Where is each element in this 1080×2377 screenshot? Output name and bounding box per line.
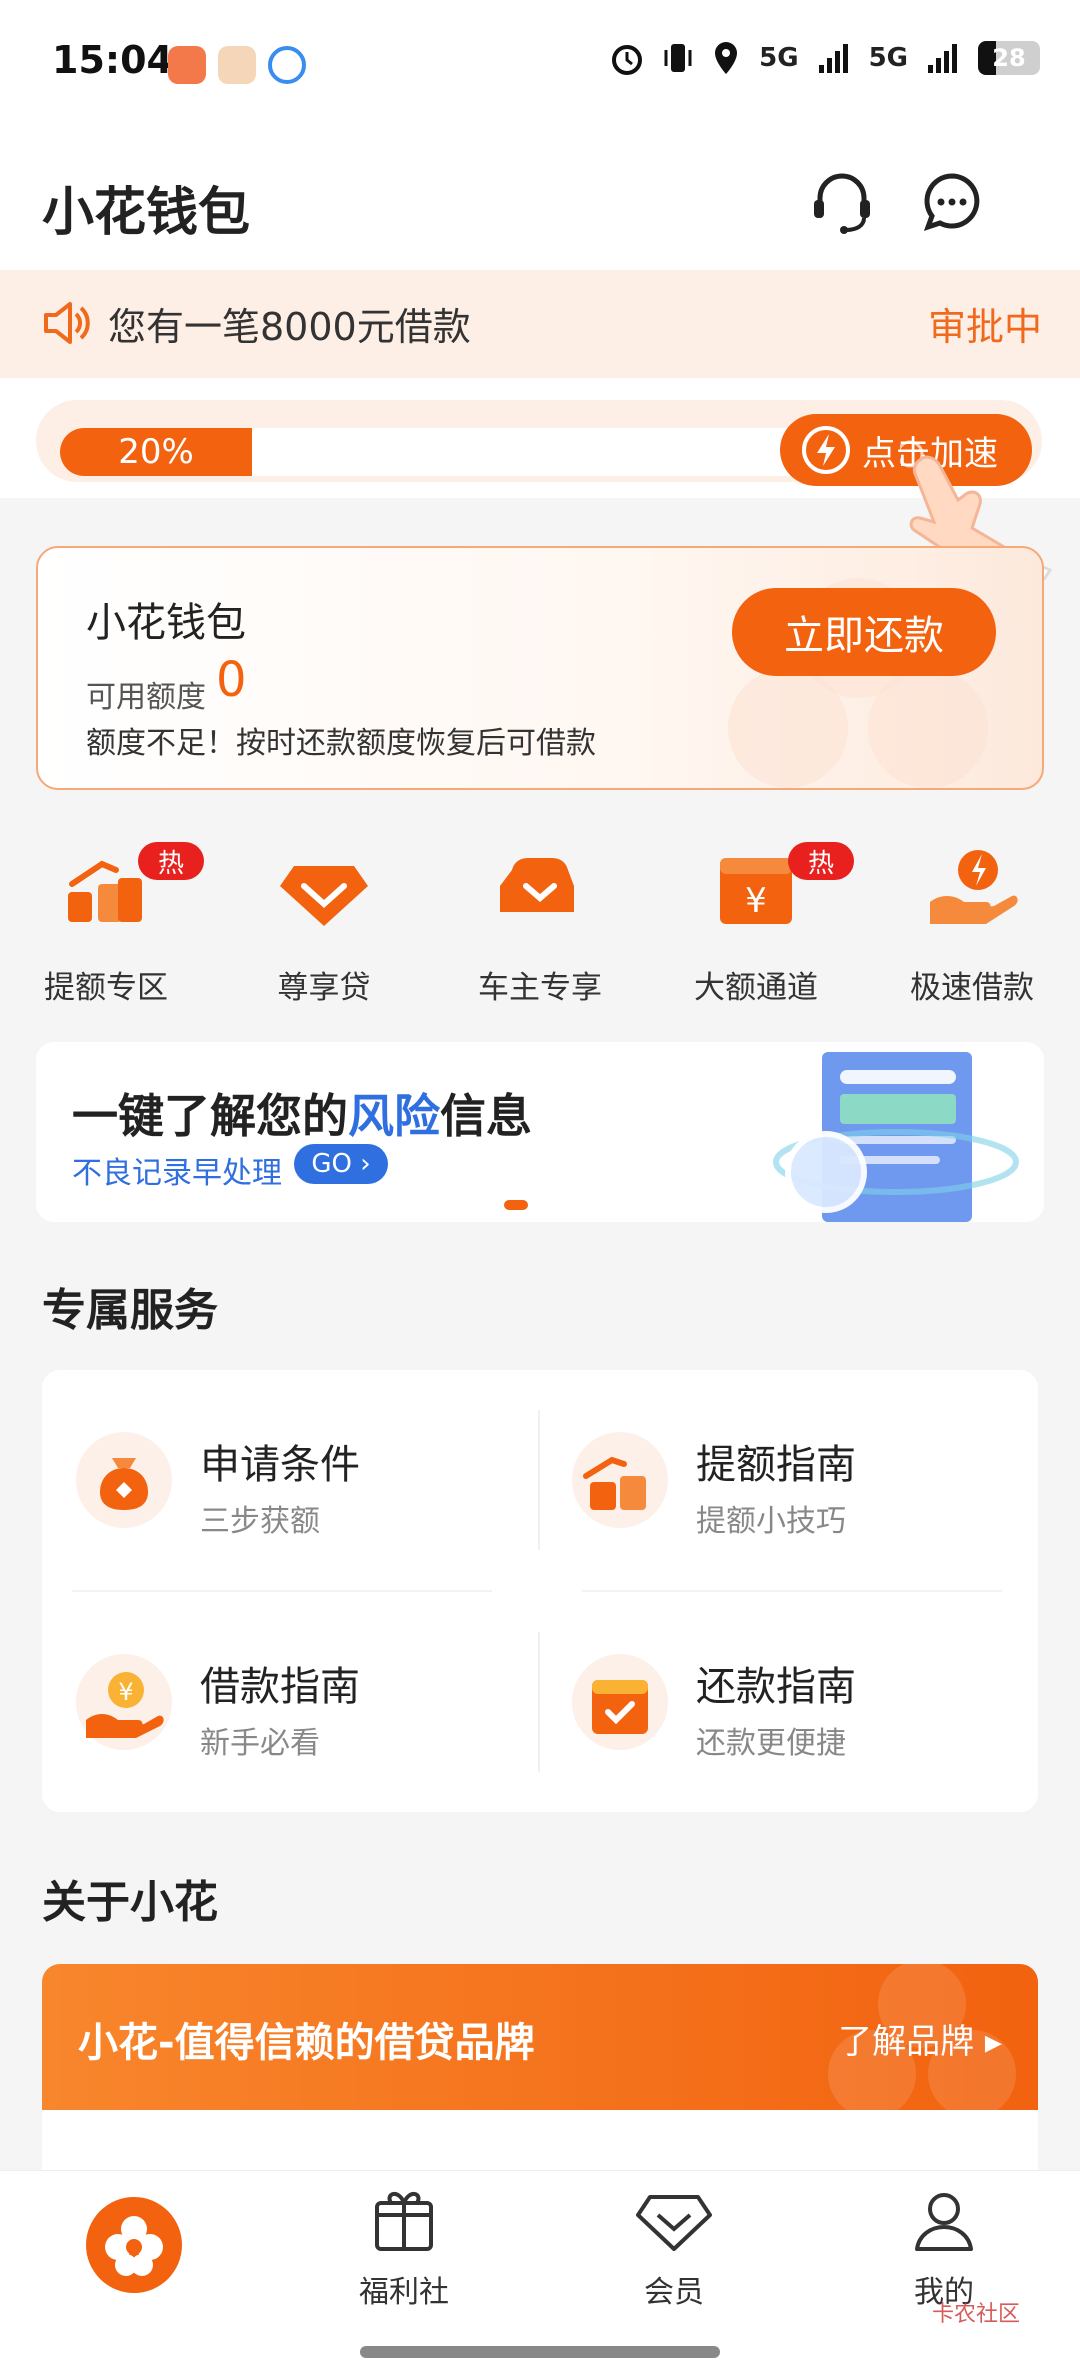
quota-tip: 额度不足！按时还款额度恢复后可借款 bbox=[86, 726, 596, 761]
chevron-right-icon: › bbox=[360, 1149, 371, 1179]
flower-logo-icon bbox=[105, 2216, 163, 2276]
money-bag-icon bbox=[76, 1432, 172, 1528]
loan-notice-text: 您有一笔8000元借款 bbox=[108, 305, 471, 349]
wallet-card: 小花钱包 可用额度 0 额度不足！按时还款额度恢复后可借款 立即还款 bbox=[36, 546, 1044, 790]
service-title: 提额指南 bbox=[696, 1442, 856, 1488]
tab-welfare[interactable]: 福利社 bbox=[304, 2185, 504, 2311]
message-icon[interactable] bbox=[916, 166, 988, 238]
service-repay-guide[interactable]: 还款指南 还款更便捷 bbox=[538, 1592, 988, 1772]
svg-text:¥: ¥ bbox=[745, 881, 767, 921]
gift-icon bbox=[375, 2192, 433, 2251]
speaker-icon bbox=[44, 302, 90, 344]
tab-member[interactable]: 会员 bbox=[574, 2185, 774, 2311]
service-title: 还款指南 bbox=[696, 1664, 856, 1710]
battery-icon: 28 bbox=[978, 41, 1040, 75]
signal-icon bbox=[818, 44, 848, 73]
quick-item-label: 极速借款 bbox=[910, 970, 1034, 1006]
customer-service-icon[interactable] bbox=[806, 166, 878, 238]
user-icon bbox=[915, 2193, 973, 2251]
quick-item-vip-loan[interactable]: 尊享贷 bbox=[234, 840, 414, 1007]
brand-content bbox=[42, 2110, 1038, 2170]
quick-item-fast-loan[interactable]: 极速借款 bbox=[882, 840, 1062, 1007]
alarm-icon bbox=[612, 45, 643, 75]
signal-icon bbox=[928, 44, 957, 73]
brand-banner[interactable]: 小花-值得信赖的借贷品牌 了解品牌 ▸ bbox=[42, 1964, 1038, 2110]
service-title: 借款指南 bbox=[200, 1664, 360, 1710]
repay-now-button[interactable]: 立即还款 bbox=[732, 588, 996, 676]
page-title: 小花钱包 bbox=[42, 183, 251, 243]
brand-title: 小花-值得信赖的借贷品牌 bbox=[78, 2020, 535, 2066]
service-subtitle: 新手必看 bbox=[200, 1726, 320, 1761]
document-magnifier-icon bbox=[773, 1052, 1019, 1222]
service-limit-guide[interactable]: 提额指南 提额小技巧 bbox=[538, 1370, 988, 1550]
status-time: 15:04 bbox=[52, 38, 173, 82]
location-icon bbox=[715, 42, 738, 74]
network-label: 5G bbox=[759, 43, 799, 73]
loan-notice-bar[interactable]: 您有一笔8000元借款 审批中 bbox=[0, 270, 1080, 378]
section-title-services: 专属服务 bbox=[42, 1285, 218, 1336]
go-button[interactable]: GO › bbox=[294, 1144, 388, 1184]
quick-item-label: 提额专区 bbox=[44, 970, 168, 1006]
tab-label: 福利社 bbox=[359, 2275, 449, 2310]
service-subtitle: 三步获额 bbox=[200, 1504, 320, 1539]
service-subtitle: 还款更便捷 bbox=[696, 1726, 846, 1761]
vibrate-icon bbox=[664, 44, 692, 72]
home-indicator[interactable] bbox=[360, 2346, 720, 2358]
app-header: 小花钱包 bbox=[0, 130, 1080, 270]
diamond-icon bbox=[280, 866, 368, 926]
service-subtitle: 提额小技巧 bbox=[696, 1504, 846, 1539]
tab-home[interactable] bbox=[86, 2197, 182, 2293]
svg-text:¥: ¥ bbox=[118, 1678, 133, 1706]
watermark-text: 卡农社区 bbox=[931, 2302, 1020, 2327]
wallet-title: 小花钱包 bbox=[86, 600, 246, 646]
limit-guide-icon bbox=[572, 1432, 668, 1528]
quick-item-car-owner[interactable]: 车主专享 bbox=[450, 840, 630, 1007]
learn-brand-link[interactable]: 了解品牌 ▸ bbox=[838, 2014, 1002, 2063]
calendar-check-icon bbox=[572, 1654, 668, 1750]
hot-badge: 热 bbox=[138, 842, 204, 880]
services-card: 申请条件 三步获额 提额指南 提额小技巧 ¥ 借款指南 新手必看 还款指南 还款… bbox=[42, 1370, 1038, 1812]
yen-hand-icon: ¥ bbox=[76, 1654, 172, 1750]
banner-subtitle: 不良记录早处理 bbox=[72, 1156, 282, 1191]
hot-badge: 热 bbox=[788, 842, 854, 880]
app-notification-icon bbox=[268, 46, 306, 84]
tab-label: 会员 bbox=[644, 2275, 704, 2310]
quick-item-label: 大额通道 bbox=[694, 970, 818, 1006]
tab-mine[interactable]: 我的 bbox=[844, 2185, 1044, 2311]
carousel-indicator bbox=[504, 1200, 528, 1210]
quick-item-label: 车主专享 bbox=[478, 970, 602, 1006]
app-notification-icon bbox=[168, 46, 206, 84]
service-apply-conditions[interactable]: 申请条件 三步获额 bbox=[42, 1370, 492, 1550]
fast-loan-hand-icon bbox=[930, 850, 1018, 924]
service-loan-guide[interactable]: ¥ 借款指南 新手必看 bbox=[42, 1592, 492, 1772]
available-quota-label: 可用额度 bbox=[86, 680, 206, 715]
lightning-icon bbox=[802, 426, 850, 474]
diamond-outline-icon bbox=[636, 2195, 712, 2251]
service-title: 申请条件 bbox=[200, 1442, 360, 1488]
quick-item-label: 尊享贷 bbox=[277, 970, 371, 1006]
approval-status: 审批中 bbox=[927, 305, 1042, 349]
banner-title: 一键了解您的风险信息 bbox=[72, 1089, 532, 1143]
car-icon bbox=[500, 858, 574, 912]
available-quota-value: 0 bbox=[216, 652, 247, 708]
status-bar: 15:04 5G 5G 28 bbox=[0, 0, 1080, 130]
risk-info-banner[interactable]: 一键了解您的风险信息 不良记录早处理 GO › bbox=[36, 1042, 1044, 1222]
app-notification-icon bbox=[218, 46, 256, 84]
network-label: 5G bbox=[868, 43, 908, 73]
progress-fill: 20% bbox=[60, 428, 252, 476]
section-title-about: 关于小花 bbox=[42, 1877, 218, 1928]
status-icons: 5G 5G 28 bbox=[609, 40, 1040, 76]
